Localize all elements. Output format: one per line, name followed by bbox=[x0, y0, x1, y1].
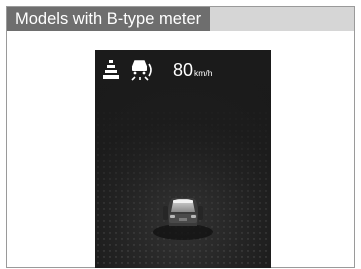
caption-label: Models with B-type meter bbox=[7, 7, 211, 31]
speed-unit: km/h bbox=[194, 68, 213, 78]
set-speed-readout: 80km/h bbox=[173, 60, 212, 83]
speed-value: 80 bbox=[173, 60, 194, 80]
meter-display: 80km/h bbox=[95, 50, 271, 268]
